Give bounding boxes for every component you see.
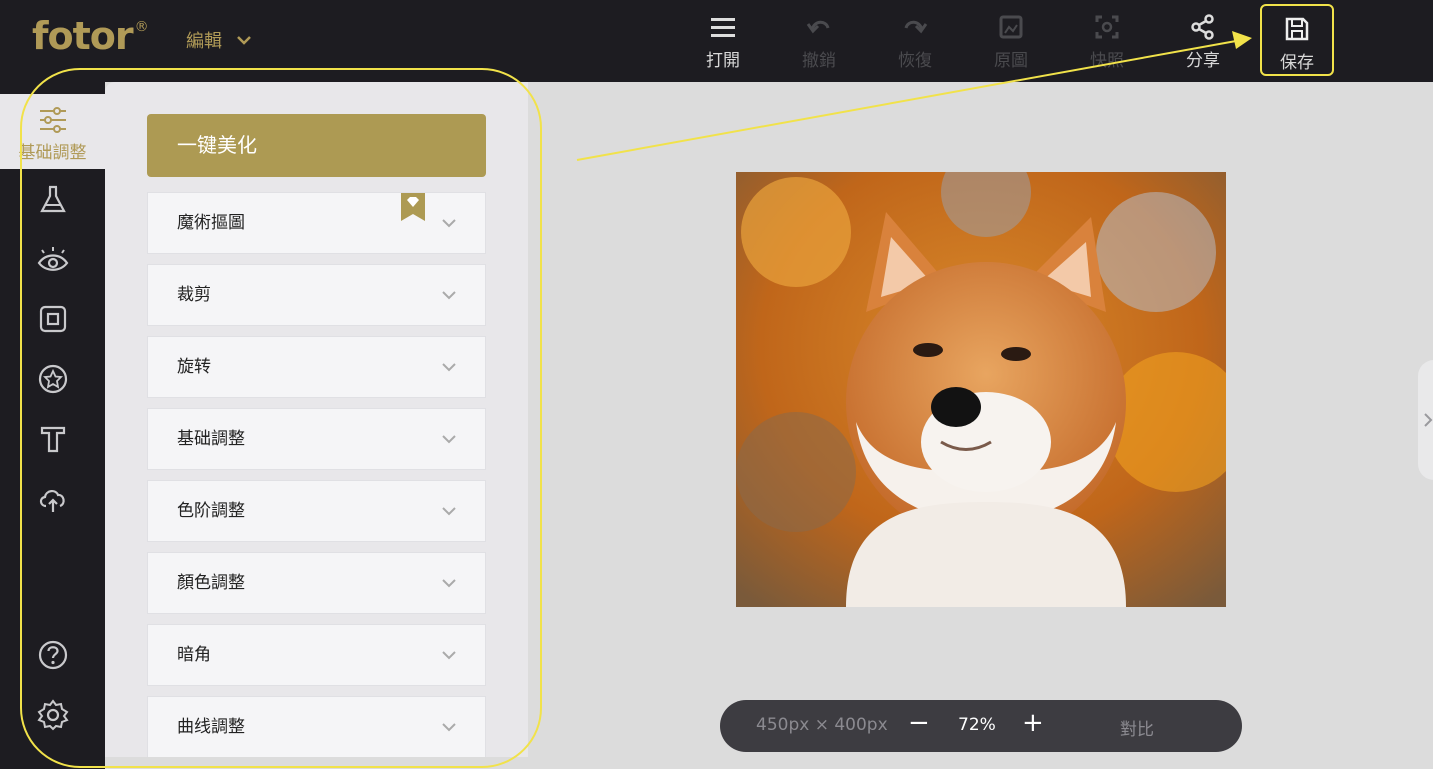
nav-basic-adjust[interactable]: 基础調整 [0, 94, 105, 169]
premium-diamond-icon [401, 193, 425, 221]
compare-button[interactable]: 對比 [1120, 715, 1154, 740]
save-icon [1285, 17, 1309, 41]
chevron-down-icon [442, 435, 456, 444]
snapshot-button[interactable]: 快照 [1072, 12, 1142, 71]
snapshot-label: 快照 [1090, 51, 1124, 71]
panel-item[interactable]: 魔術摳圖 [147, 192, 486, 254]
mode-label: 編輯 [186, 31, 222, 52]
right-panel-toggle[interactable] [1418, 360, 1433, 480]
redo-button[interactable]: 恢復 [880, 12, 950, 71]
undo-label: 撤銷 [802, 51, 836, 71]
text-icon[interactable] [36, 422, 70, 456]
panel-item-label: 曲线調整 [177, 717, 245, 737]
chevron-down-icon [237, 36, 251, 45]
panel-item[interactable]: 曲线調整 [147, 696, 486, 757]
open-label: 打開 [706, 51, 740, 71]
chevron-down-icon [442, 291, 456, 300]
sliders-icon [40, 107, 66, 133]
panel-item-label: 顏色調整 [177, 573, 245, 593]
zoom-in-button[interactable]: + [1022, 708, 1044, 738]
redo-label: 恢復 [898, 51, 932, 71]
adjust-panel: 一键美化 魔術摳圖裁剪旋转基础調整色阶調整顏色調整暗角曲线調整 [105, 82, 528, 757]
image-icon [999, 15, 1023, 39]
chevron-right-icon [1424, 413, 1433, 427]
panel-item[interactable]: 暗角 [147, 624, 486, 686]
mode-dropdown[interactable]: 編輯 [186, 27, 252, 53]
panel-item-label: 裁剪 [177, 285, 211, 305]
share-icon [1191, 14, 1214, 40]
eye-icon[interactable] [36, 244, 70, 278]
top-toolbar: fotor ® 編輯 打開 撤銷 恢復 原圖 快照 分享 保存 [0, 0, 1433, 82]
open-button[interactable]: 打開 [688, 12, 758, 71]
settings-gear-icon[interactable] [36, 698, 70, 732]
chevron-down-icon [442, 579, 456, 588]
shiba-photo [736, 172, 1226, 607]
panel-item-label: 色阶調整 [177, 501, 245, 521]
chevron-down-icon [442, 651, 456, 660]
share-label: 分享 [1186, 51, 1220, 71]
panel-item-label: 暗角 [177, 645, 211, 665]
panel-item-label: 魔術摳圖 [177, 213, 245, 233]
chevron-down-icon [442, 363, 456, 372]
image-size-readout: 450px × 400px [756, 715, 888, 735]
original-button[interactable]: 原圖 [976, 12, 1046, 71]
frame-icon[interactable] [36, 302, 70, 336]
zoom-bar: 450px × 400px − 72% + 對比 [720, 700, 1242, 752]
original-label: 原圖 [994, 51, 1028, 71]
save-label: 保存 [1280, 53, 1314, 73]
share-button[interactable]: 分享 [1168, 12, 1238, 71]
snapshot-icon [1095, 15, 1119, 39]
nav-basic-adjust-label: 基础調整 [18, 143, 87, 163]
panel-item[interactable]: 裁剪 [147, 264, 486, 326]
undo-button[interactable]: 撤銷 [784, 12, 854, 71]
panel-item-label: 基础調整 [177, 429, 245, 449]
undo-icon [806, 20, 830, 34]
sticker-star-icon[interactable] [36, 362, 70, 396]
save-button[interactable]: 保存 [1260, 4, 1334, 76]
panel-item[interactable]: 顏色調整 [147, 552, 486, 614]
flask-icon[interactable] [36, 183, 70, 217]
menu-icon [711, 18, 735, 37]
one-click-enhance-button[interactable]: 一键美化 [147, 114, 486, 177]
panel-item[interactable]: 旋转 [147, 336, 486, 398]
redo-icon [904, 20, 928, 34]
panel-item-label: 旋转 [177, 357, 211, 377]
cloud-upload-icon[interactable] [36, 482, 70, 516]
panel-item[interactable]: 色阶調整 [147, 480, 486, 542]
chevron-down-icon [442, 507, 456, 516]
chevron-down-icon [442, 219, 456, 228]
help-icon[interactable] [36, 638, 70, 672]
chevron-down-icon [442, 723, 456, 732]
zoom-out-button[interactable]: − [908, 708, 930, 738]
zoom-level: 72% [958, 715, 996, 735]
fotor-logo[interactable]: fotor ® [32, 14, 149, 58]
panel-item[interactable]: 基础調整 [147, 408, 486, 470]
left-nav: 基础調整 [0, 82, 105, 769]
